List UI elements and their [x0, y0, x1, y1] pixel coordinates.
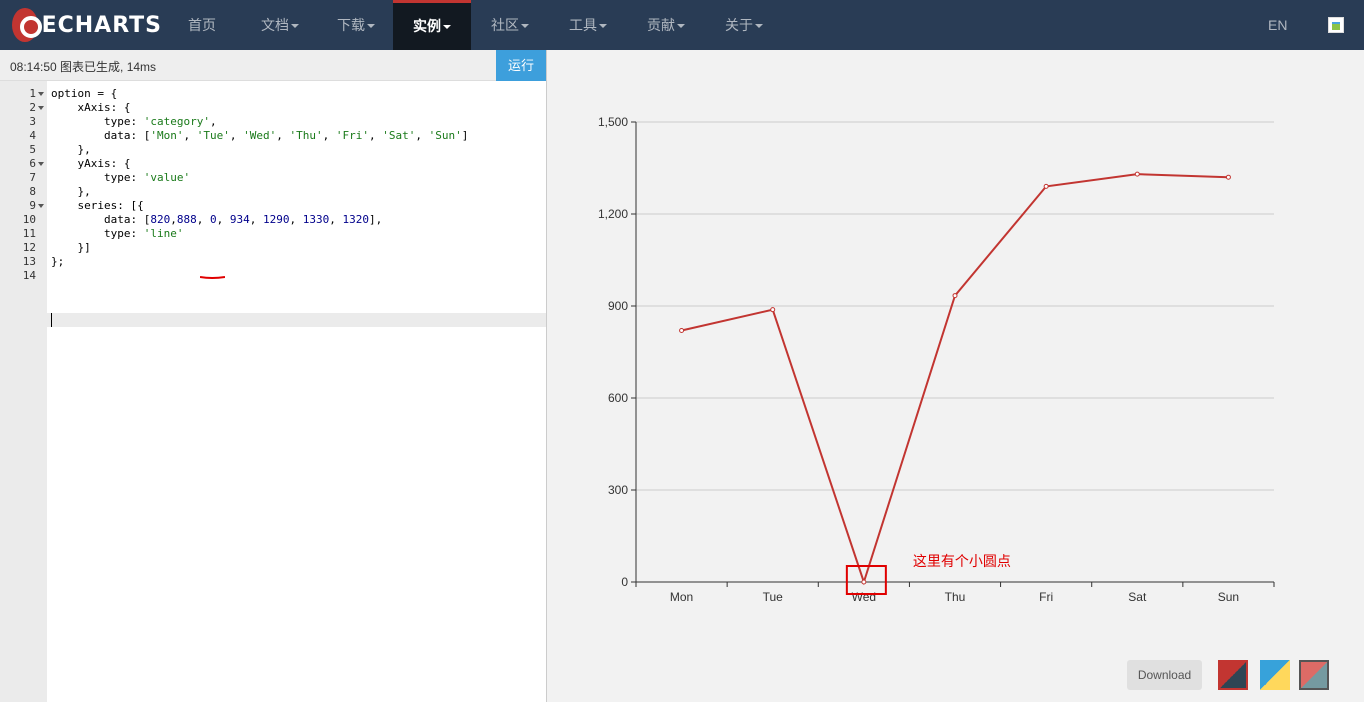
language-switch[interactable]: EN — [1268, 0, 1287, 50]
fold-arrow-icon[interactable] — [38, 92, 44, 96]
text-cursor — [51, 313, 52, 327]
render-status: 08:14:50 图表已生成, 14ms — [10, 60, 157, 74]
nav-item-label: 首页 — [188, 17, 216, 33]
nav-item-label: 实例 — [413, 18, 441, 34]
nav-item-label: 文档 — [261, 17, 289, 33]
theme-dark-icon[interactable] — [1299, 660, 1329, 690]
nav-item-4[interactable]: 社区 — [471, 0, 549, 50]
nav-item-label: 工具 — [569, 17, 597, 33]
red-annotation-underline — [200, 276, 225, 279]
x-tick-label: Thu — [945, 590, 966, 604]
echarts-logo-icon — [12, 8, 42, 42]
y-tick-label: 300 — [608, 483, 628, 497]
y-tick-label: 0 — [621, 575, 628, 589]
data-point — [1134, 171, 1140, 177]
theme-light-icon[interactable] — [1260, 660, 1290, 690]
chart-panel: 0 300 600 900 1,200 1,500 Mon Tue Wed Thu Fri Sat Su… — [547, 50, 1364, 702]
y-tick-label: 900 — [608, 299, 628, 313]
y-tick-label: 600 — [608, 391, 628, 405]
caret-down-icon — [367, 24, 375, 29]
line-number: 13 — [22, 255, 36, 268]
nav-item-1[interactable]: 文档 — [241, 0, 319, 50]
caret-down-icon — [677, 24, 685, 29]
caret-down-icon — [521, 24, 529, 29]
fold-arrow-icon[interactable] — [38, 204, 44, 208]
nav-item-5[interactable]: 工具 — [549, 0, 627, 50]
nav-item-label: 下载 — [337, 17, 365, 33]
line-number: 14 — [22, 269, 36, 282]
code-line: series: [{ — [51, 199, 144, 212]
y-tick-label: 1,500 — [598, 115, 628, 129]
line-number: 11 — [22, 227, 36, 240]
code-line: }, — [51, 143, 91, 156]
top-navbar: ECHARTS 首页 文档 下载 实例 社区 工具 贡献 关于 EN — [0, 0, 1364, 50]
fold-arrow-icon[interactable] — [38, 106, 44, 110]
x-tick-label: Wed — [852, 590, 876, 604]
nav-item-label: 社区 — [491, 17, 519, 33]
x-tick-label: Tue — [763, 590, 784, 604]
x-tick-label: Mon — [670, 590, 693, 604]
code-line: type: 'value' — [51, 171, 191, 184]
caret-down-icon — [443, 25, 451, 30]
code-line: yAxis: { — [51, 157, 131, 170]
code-line: type: 'line' — [51, 227, 184, 240]
caret-down-icon — [599, 24, 607, 29]
nav-item-label: 关于 — [725, 17, 753, 33]
code-line: data: ['Mon', 'Tue', 'Wed', 'Thu', 'Fri'… — [51, 129, 469, 142]
code-line: data: [820,888, 0, 934, 1290, 1330, 1320… — [51, 213, 383, 226]
theme-default-icon[interactable] — [1218, 660, 1248, 690]
nav-item-2[interactable]: 下载 — [319, 0, 393, 50]
code-line: option = { — [51, 87, 118, 100]
nav-item-3[interactable]: 实例 — [393, 0, 471, 50]
data-point — [861, 579, 867, 585]
run-button[interactable]: 运行 — [496, 50, 546, 81]
line-number: 12 — [22, 241, 36, 254]
broken-image-icon[interactable] — [1328, 17, 1344, 33]
line-number: 2 — [29, 101, 36, 114]
line-number: 8 — [29, 185, 36, 198]
line-number: 9 — [29, 199, 36, 212]
caret-down-icon — [291, 24, 299, 29]
code-line: }, — [51, 185, 91, 198]
data-point — [952, 293, 958, 299]
data-point — [1225, 174, 1231, 180]
line-chart: 0 300 600 900 1,200 1,500 Mon Tue Wed Thu Fri Sat Su… — [598, 115, 1275, 604]
line-number: 4 — [29, 129, 36, 142]
download-button[interactable]: Download — [1127, 660, 1202, 690]
code-line: xAxis: { — [51, 101, 131, 114]
line-number: 3 — [29, 115, 36, 128]
nav-item-6[interactable]: 贡献 — [627, 0, 705, 50]
fold-arrow-icon[interactable] — [38, 162, 44, 166]
y-tick-label: 1,200 — [598, 207, 628, 221]
code-editor-panel: 08:14:50 图表已生成, 14ms 运行 option = { xAxis… — [0, 50, 547, 702]
line-number: 5 — [29, 143, 36, 156]
code-line: }] — [51, 241, 91, 254]
caret-down-icon — [755, 24, 763, 29]
x-tick-label: Fri — [1039, 590, 1053, 604]
editor-toolbar: 08:14:50 图表已生成, 14ms 运行 — [0, 50, 546, 81]
echarts-logo[interactable]: ECHARTS — [12, 8, 162, 42]
logo-text: ECHARTS — [41, 12, 162, 38]
code-line: type: 'category', — [51, 115, 217, 128]
line-number: 1 — [29, 87, 36, 100]
x-tick-label: Sun — [1218, 590, 1239, 604]
data-point — [770, 307, 776, 313]
nav-item-7[interactable]: 关于 — [705, 0, 783, 50]
code-area[interactable]: option = { xAxis: { type: 'category', da… — [47, 81, 546, 702]
line-number: 7 — [29, 171, 36, 184]
data-point — [1043, 183, 1049, 189]
annotation-text: 这里有个小圆点 — [913, 553, 1011, 570]
line-number: 10 — [22, 213, 36, 226]
nav-item-0[interactable]: 首页 — [163, 0, 241, 50]
line-number: 6 — [29, 157, 36, 170]
series-line — [681, 173, 1229, 586]
data-point — [679, 328, 685, 334]
code-line: }; — [51, 255, 65, 268]
x-tick-label: Sat — [1128, 590, 1147, 604]
nav-item-label: 贡献 — [647, 17, 675, 33]
